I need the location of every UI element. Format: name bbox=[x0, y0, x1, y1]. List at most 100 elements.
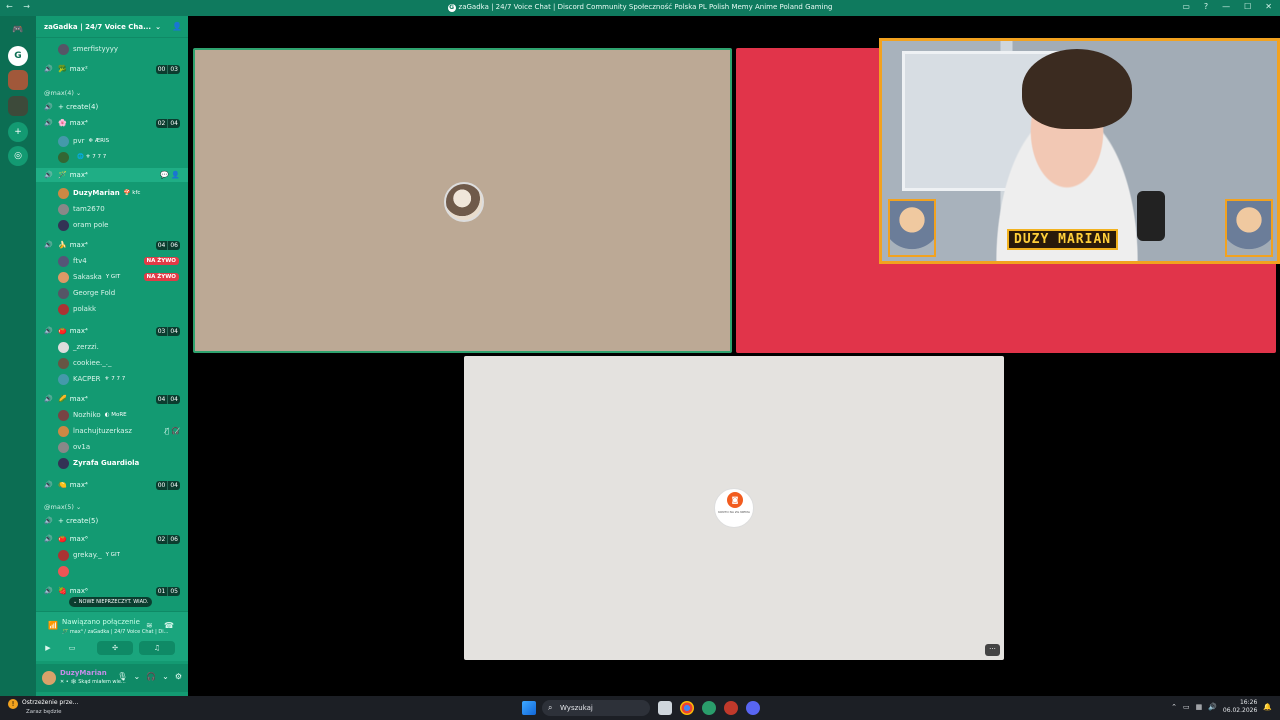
username[interactable]: DuzyMarian bbox=[60, 669, 107, 677]
voice-channel[interactable]: 🔊 + create(4) bbox=[36, 100, 188, 114]
category-name: @max(4) ⌄ bbox=[44, 89, 82, 97]
voice-user[interactable]: lnachujtuzerkasz 🎙̸ 🎧̸ bbox=[36, 424, 188, 438]
voice-channel[interactable]: 🔊 🌽 max⁴ 04 04 bbox=[36, 392, 188, 406]
chat-icon[interactable]: 💬 👤 bbox=[160, 171, 180, 179]
inbox-icon[interactable]: ▭ bbox=[1182, 2, 1190, 11]
speaker-icon[interactable]: 🔊 bbox=[1208, 703, 1217, 711]
chevron-up-icon[interactable]: ⌃ bbox=[1171, 703, 1177, 711]
add-server-icon[interactable]: + bbox=[8, 122, 28, 142]
settings-gear-icon[interactable]: ⚙ bbox=[175, 672, 182, 681]
more-options-button[interactable]: ··· bbox=[985, 644, 1000, 656]
opera-icon[interactable] bbox=[724, 701, 738, 715]
voice-user[interactable]: polakk bbox=[36, 302, 188, 316]
voice-user[interactable]: Sakaska Y GIT NA ŻYWO bbox=[36, 270, 188, 284]
live-badge[interactable]: NA ŻYWO bbox=[143, 257, 179, 265]
maximize-button[interactable]: ☐ bbox=[1244, 2, 1251, 11]
voice-user[interactable]: Zyrafa Guardiola bbox=[36, 456, 188, 470]
voice-channel-link[interactable]: 🪄 max⁴ / zaGadka | 24/7 Voice Chat | Di.… bbox=[62, 629, 174, 635]
voice-user[interactable]: tam2670 bbox=[36, 202, 188, 216]
microphone-icon[interactable]: 🎙 bbox=[117, 672, 127, 681]
avatar bbox=[58, 203, 69, 215]
voice-user[interactable]: KACPER ⚜ 7 7 7 bbox=[36, 372, 188, 386]
voice-user[interactable]: George Fold bbox=[36, 286, 188, 300]
channel-category[interactable]: @max(5) ⌄ bbox=[36, 500, 188, 514]
battery-icon[interactable]: ▭ bbox=[1183, 703, 1190, 711]
new-unread-badge[interactable]: ⌄ NOWE NIEPRZECZYT. WIAD. bbox=[69, 597, 153, 607]
voice-channel[interactable]: 🔊 🍋 max⁴ 00 04 bbox=[36, 478, 188, 492]
voice-channel[interactable]: 🔊 🪄 max⁴ 💬 👤 bbox=[36, 168, 188, 182]
participant-tile[interactable] bbox=[193, 48, 732, 353]
voice-user[interactable]: _zerzzi. bbox=[36, 340, 188, 354]
user-tag: Y GIT bbox=[105, 552, 120, 558]
voice-channel[interactable]: 🔊 🍅 max⁴ 03 04 bbox=[36, 324, 188, 338]
notifications-bell-icon[interactable]: 🔔 bbox=[1263, 703, 1272, 711]
server-folder-icon[interactable] bbox=[8, 96, 28, 116]
activities-button[interactable]: ✣ bbox=[97, 641, 133, 655]
user-name: George Fold bbox=[73, 289, 116, 297]
network-icon[interactable]: ▦ bbox=[1196, 703, 1203, 711]
channel-emoji: 🍅 bbox=[58, 327, 67, 335]
start-button[interactable] bbox=[522, 701, 536, 715]
channel-category[interactable]: @max(4) ⌄ bbox=[36, 86, 188, 100]
voice-user[interactable]: 🌐 ⚜ 7 7 7 bbox=[36, 150, 188, 164]
server-header[interactable]: zaGadka | 24/7 Voice Cha... ⌄ 👤 bbox=[36, 16, 188, 38]
voice-channel[interactable]: 🔊 🍓 max⁶ 01 05 bbox=[36, 584, 188, 598]
voice-user[interactable]: DuzyMarian 🍄 kfc bbox=[36, 186, 188, 200]
signal-icon[interactable]: 📶 bbox=[48, 621, 58, 630]
avatar-caption: KONTO NA ZG NIEMA bbox=[718, 510, 750, 514]
participant-avatar bbox=[444, 182, 484, 222]
notification-widget[interactable]: ! Ostrzeżenie prze... Zaraz będzie bbox=[8, 699, 78, 715]
chevron-down-icon[interactable]: ⌄ bbox=[162, 672, 169, 681]
soundboard-button[interactable]: ♫ bbox=[139, 641, 175, 655]
clock[interactable]: 16:26 06.02.2026 bbox=[1223, 699, 1257, 715]
voice-user[interactable]: ov1a bbox=[36, 440, 188, 454]
voice-status[interactable]: Nawiązano połączenie bbox=[62, 618, 140, 626]
voice-channel[interactable]: 🔊 🍅 max⁶ 02 06 bbox=[36, 532, 188, 546]
help-icon[interactable]: ? bbox=[1204, 2, 1208, 11]
user-count-badge: 02 04 bbox=[155, 118, 180, 128]
avatar[interactable] bbox=[42, 671, 56, 685]
screen-share-button[interactable]: ▭ bbox=[54, 641, 90, 655]
channel-emoji: 🍋 bbox=[58, 481, 67, 489]
chevron-down-icon[interactable]: ⌄ bbox=[133, 672, 140, 681]
discover-icon[interactable]: ◎ bbox=[8, 146, 28, 166]
discord-taskbar-icon[interactable] bbox=[746, 701, 760, 715]
close-button[interactable]: ✕ bbox=[1265, 2, 1272, 11]
voice-user[interactable]: Nozhiko ◐ MoRE bbox=[36, 408, 188, 422]
speaker-icon: 🔊 bbox=[44, 587, 53, 595]
channel-name: max⁴ bbox=[69, 327, 88, 335]
chrome-icon[interactable] bbox=[680, 701, 694, 715]
voice-user[interactable]: oram pole bbox=[36, 218, 188, 232]
stream-tile[interactable]: DUZY MARIAN bbox=[879, 38, 1280, 264]
avatar bbox=[58, 373, 69, 385]
voice-user[interactable]: ftv4 NA ŻYWO bbox=[36, 254, 188, 268]
speaker-icon: 🔊 bbox=[44, 395, 53, 403]
voice-user[interactable]: cookiee._._ bbox=[36, 356, 188, 370]
voice-user[interactable]: grekay._ Y GIT bbox=[36, 548, 188, 562]
discord-home-icon[interactable]: 🎮 bbox=[8, 20, 28, 40]
voice-user[interactable]: smerfistyyyy bbox=[36, 42, 188, 56]
user-tag: Y GIT bbox=[105, 274, 121, 280]
voice-channel[interactable]: 🔊 + create(5) bbox=[36, 514, 188, 528]
user-name: pvr bbox=[73, 137, 85, 145]
voice-channel[interactable]: 🔊 🌸 max⁴ 02 04 bbox=[36, 116, 188, 130]
server-zagadka-icon[interactable]: G bbox=[8, 46, 28, 66]
server-icon-2[interactable] bbox=[8, 70, 28, 90]
participant-tile-light[interactable]: ◙ KONTO NA ZG NIEMA ··· bbox=[464, 356, 1004, 660]
headphones-icon[interactable]: 🎧 bbox=[146, 672, 156, 681]
live-badge[interactable]: NA ŻYWO bbox=[143, 273, 179, 281]
minimize-button[interactable]: — bbox=[1222, 2, 1230, 11]
shield-app-icon[interactable] bbox=[702, 701, 716, 715]
disconnect-icon[interactable]: ☎ bbox=[164, 621, 174, 630]
voice-user[interactable]: pvr ❄ ÆRIS bbox=[36, 134, 188, 148]
invite-people-icon[interactable]: 👤 bbox=[172, 22, 182, 31]
search-box[interactable]: ⌕ Wyszukaj bbox=[542, 700, 650, 716]
count-value: 05 bbox=[168, 586, 180, 596]
server-name: zaGadka | 24/7 Voice Cha... bbox=[44, 22, 152, 31]
noise-suppression-icon[interactable]: ≋ bbox=[146, 621, 153, 630]
voice-user[interactable] bbox=[36, 564, 188, 578]
voice-channel[interactable]: 🔊 🍌 max⁴ 04 06 bbox=[36, 238, 188, 252]
count-value: 04 bbox=[168, 326, 180, 336]
task-view-icon[interactable] bbox=[658, 701, 672, 715]
voice-channel[interactable]: 🔊 🥦 max² 00 03 bbox=[36, 62, 188, 76]
